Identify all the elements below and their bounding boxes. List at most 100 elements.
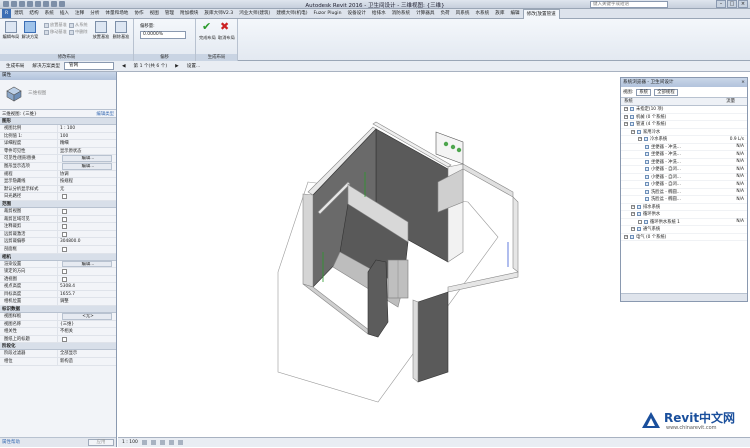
property-value[interactable]: 无 — [58, 186, 116, 193]
properties-help-link[interactable]: 属性帮助 — [2, 438, 20, 447]
from-system-button[interactable]: 从系统 — [69, 22, 88, 28]
property-value[interactable]: 调整 — [58, 298, 116, 305]
system-tree-item[interactable]: 循环供水系统 1 N/A — [621, 219, 747, 226]
prev-solution-icon[interactable]: ◀ — [118, 64, 130, 69]
tab-analyze[interactable]: 分析 — [87, 9, 102, 18]
property-value[interactable] — [58, 193, 116, 200]
close-icon[interactable]: × — [741, 78, 745, 87]
type-selector[interactable]: 三维视图 — [0, 80, 116, 110]
apply-button[interactable]: 应用 — [88, 439, 114, 446]
sun-path-icon[interactable] — [159, 440, 165, 445]
tab-fuzor[interactable]: Fuzor Plugin — [311, 9, 345, 18]
tab-equipment[interactable]: 设备设计 — [344, 9, 368, 18]
tab-addins[interactable]: 附加模块 — [177, 9, 201, 18]
tab-plumbing[interactable]: 给排水 — [369, 9, 389, 18]
property-value[interactable] — [58, 336, 116, 343]
cancel-layout-button[interactable]: 取消布局 — [218, 35, 235, 40]
expand-toggle-icon[interactable]: − — [631, 212, 635, 217]
tab-fire[interactable]: 消防系统 — [389, 9, 413, 18]
delete-datum-button[interactable]: 删除基准 — [112, 21, 130, 39]
system-tree-item[interactable]: 坐便器 - 冲洗... N/A — [621, 159, 747, 166]
property-value[interactable]: 新构造 — [58, 358, 116, 365]
system-tree-item[interactable]: − 排水系统 — [621, 204, 747, 211]
system-tree-item[interactable]: − 电气 (0 个系统) — [621, 234, 747, 241]
property-value[interactable]: 全部显示 — [58, 350, 116, 357]
system-tree-item[interactable]: − 通气系统 — [621, 226, 747, 234]
tab-family-master[interactable]: 族库大师V2.3 — [201, 9, 236, 18]
tab-family-lib[interactable]: 族库 — [492, 9, 507, 18]
property-value[interactable] — [58, 276, 116, 283]
expand-toggle-icon[interactable]: − — [624, 122, 628, 127]
property-value[interactable] — [58, 246, 116, 253]
property-checkbox[interactable] — [62, 336, 67, 342]
tab-collaborate[interactable]: 协作 — [131, 9, 146, 18]
close-icon[interactable]: × — [738, 0, 748, 8]
view-dropdown[interactable]: 系统 — [636, 88, 652, 96]
search-input[interactable]: 键入关键字或短语 — [590, 1, 668, 8]
properties-section-header[interactable]: 相机 — [0, 253, 116, 261]
visual-style-icon[interactable] — [150, 440, 156, 445]
system-tree-item[interactable]: − 循环供水 — [621, 211, 747, 219]
bathroom-3d-model[interactable] — [118, 72, 618, 439]
properties-section-header[interactable]: 范围 — [0, 200, 116, 208]
system-tree-item[interactable]: 坐便器 - 冲洗... N/A — [621, 144, 747, 151]
property-value[interactable] — [58, 231, 116, 238]
tab-hongye[interactable]: 鸿业大师(建筑) — [236, 9, 273, 18]
crop-icon[interactable] — [177, 440, 183, 445]
tab-systems[interactable]: 系统 — [42, 9, 57, 18]
expand-toggle-icon[interactable]: − — [638, 137, 642, 142]
solution-button[interactable]: 解决方案 — [21, 21, 39, 39]
property-value[interactable]: 304800.0 — [58, 238, 116, 245]
properties-section-header[interactable]: 图形 — [0, 118, 116, 125]
tab-massing[interactable]: 体量和场地 — [102, 9, 131, 18]
property-value[interactable]: 不相关 — [58, 328, 116, 335]
next-solution-icon[interactable]: ▶ — [171, 64, 183, 69]
view-scale[interactable]: 1 : 100 — [122, 438, 138, 447]
system-tree-item[interactable]: − 机械 (0 个系统) — [621, 114, 747, 121]
expand-toggle-icon[interactable]: − — [624, 114, 628, 119]
property-checkbox[interactable] — [62, 246, 67, 252]
expand-toggle-icon[interactable]: − — [624, 107, 628, 112]
finish-layout-button[interactable]: 完成布局 — [199, 35, 216, 40]
expand-toggle-icon[interactable]: − — [631, 227, 635, 232]
property-value[interactable]: 1655.7 — [58, 291, 116, 298]
property-value[interactable]: 编辑... — [62, 260, 112, 268]
property-checkbox[interactable] — [62, 224, 67, 230]
expand-toggle-icon[interactable]: − — [624, 234, 628, 239]
expand-toggle-icon[interactable]: − — [631, 204, 635, 209]
tab-annotate[interactable]: 注释 — [72, 9, 87, 18]
tab-calc[interactable]: 计算器具 — [413, 9, 437, 18]
window-controls[interactable]: – □ × — [716, 0, 748, 8]
property-checkbox[interactable] — [62, 269, 67, 275]
tab-architecture[interactable]: 建筑 — [11, 9, 26, 18]
move-base-button[interactable]: 移动基准 — [44, 29, 67, 35]
property-checkbox[interactable] — [62, 276, 67, 282]
property-value[interactable]: 编辑... — [62, 162, 112, 170]
property-value[interactable] — [58, 223, 116, 230]
minimize-icon[interactable]: – — [716, 0, 726, 8]
place-datum-button[interactable]: 放置基准 — [92, 21, 110, 39]
tab-file[interactable]: R — [2, 9, 12, 18]
tab-modify-pipe[interactable]: 修改|放置管道 — [522, 8, 560, 19]
property-checkbox[interactable] — [62, 194, 67, 200]
expand-toggle-icon[interactable]: − — [631, 129, 635, 134]
system-tree-item[interactable]: − 管道 (4 个系统) — [621, 121, 747, 129]
property-value[interactable]: 100 — [58, 133, 116, 140]
property-value[interactable] — [58, 216, 116, 223]
property-value[interactable]: 显示原状态 — [58, 148, 116, 155]
property-value[interactable]: 5308.4 — [58, 283, 116, 290]
property-value[interactable]: 精细 — [58, 140, 116, 147]
tab-manage[interactable]: 管理 — [162, 9, 177, 18]
remove-from-system-button[interactable]: 中删除 — [69, 29, 88, 35]
property-value[interactable]: 编辑... — [62, 155, 112, 162]
tab-load[interactable]: 负荷 — [437, 9, 452, 18]
tab-view[interactable]: 视图 — [147, 9, 162, 18]
system-tree-item[interactable]: 洗脸盆 - 椭圆... N/A — [621, 189, 747, 196]
system-tree-item[interactable]: − 家用冷水 — [621, 129, 747, 136]
settings-button[interactable]: 设置... — [183, 63, 205, 69]
property-checkbox[interactable] — [62, 208, 67, 214]
property-checkbox[interactable] — [62, 216, 67, 222]
property-value[interactable]: 1 : 100 — [58, 125, 116, 132]
tab-air[interactable]: 风系统 — [453, 9, 473, 18]
system-tree-item[interactable]: 小便器 - 自闭... N/A — [621, 166, 747, 174]
